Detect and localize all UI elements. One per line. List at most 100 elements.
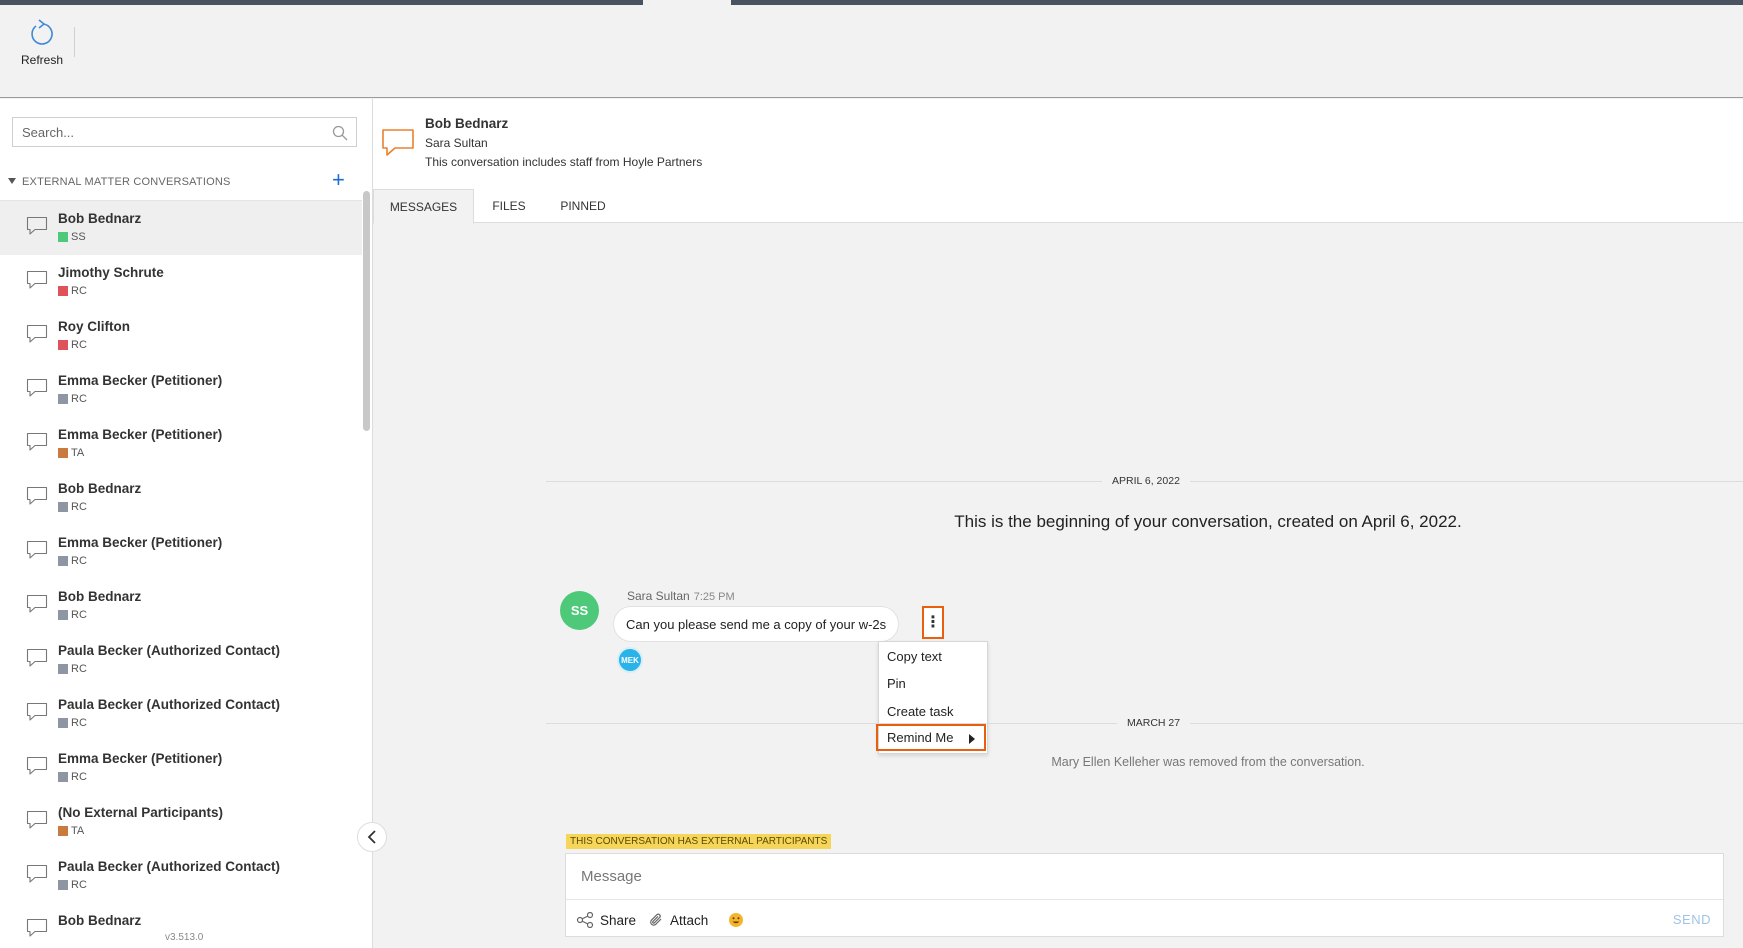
share-icon — [576, 912, 594, 928]
chat-bubble-icon — [26, 432, 48, 451]
conversation-name: Roy Clifton — [58, 319, 130, 334]
tag-color-swatch — [58, 664, 68, 674]
sidebar-conversation-item[interactable]: Bob Bednarz SS — [0, 201, 362, 255]
conversation-tag: RC — [58, 879, 87, 891]
conversation-tag: RC — [58, 609, 87, 621]
tag-initials: TA — [71, 825, 85, 837]
tag-color-swatch — [58, 556, 68, 566]
conversation-name: Emma Becker (Petitioner) — [58, 535, 223, 550]
tag-initials: SS — [71, 231, 86, 243]
conversation-tag: RC — [58, 771, 87, 783]
menu-item-copy-text[interactable]: Copy text — [879, 643, 987, 670]
message-options-button[interactable]: ⋮ — [922, 606, 944, 639]
emoji-button[interactable] — [728, 909, 750, 931]
search-box — [12, 117, 357, 147]
sidebar-conversation-item[interactable]: Jimothy Schrute RC — [0, 255, 362, 309]
tag-color-swatch — [58, 610, 68, 620]
sidebar-conversation-item[interactable]: Bob Bednarz RC — [0, 471, 362, 525]
conversation-tabs: MESSAGES FILES PINNED — [373, 189, 1743, 224]
tag-initials: RC — [71, 339, 87, 351]
sidebar-conversation-item[interactable]: Emma Becker (Petitioner) RC — [0, 741, 362, 795]
tag-color-swatch — [58, 232, 68, 242]
tag-initials: RC — [71, 555, 87, 567]
tag-initials: RC — [71, 879, 87, 891]
tab-messages[interactable]: MESSAGES — [373, 189, 474, 224]
share-label: Share — [600, 912, 637, 928]
menu-item-pin[interactable]: Pin — [879, 670, 987, 697]
message-time: 7:25 PM — [693, 591, 735, 603]
conversation-name: Bob Bednarz — [58, 913, 142, 928]
conversation-list: Bob Bednarz SS Jimothy Schrute RC Roy Clifto… — [0, 201, 362, 948]
conversation-name: Emma Becker (Petitioner) — [58, 373, 223, 388]
sidebar-conversation-item[interactable]: Roy Clifton RC — [0, 309, 362, 363]
sidebar-conversation-item[interactable]: Bob Bednarz RC — [0, 579, 362, 633]
conversation-tag: RC — [58, 393, 87, 405]
conversation-header: Bob Bednarz Sara Sultan This conversatio… — [373, 99, 1743, 189]
conversation-note: This conversation includes staff from Ho… — [425, 155, 703, 169]
tag-color-swatch — [58, 772, 68, 782]
sidebar: EXTERNAL MATTER CONVERSATIONS + Bob Bedn… — [0, 99, 373, 948]
sidebar-conversation-item[interactable]: (No External Participants) TA — [0, 795, 362, 849]
chevron-left-icon — [367, 830, 376, 844]
toolbar-separator — [74, 27, 75, 57]
tag-initials: RC — [71, 663, 87, 675]
conversation-name: Bob Bednarz — [58, 481, 142, 496]
version-label: v3.513.0 — [165, 932, 204, 943]
reaction-avatar[interactable]: MEK — [617, 647, 643, 673]
conversation-name: Emma Becker (Petitioner) — [58, 427, 223, 442]
refresh-button[interactable]: Refresh — [14, 17, 70, 75]
section-title: EXTERNAL MATTER CONVERSATIONS — [22, 176, 231, 188]
chat-bubble-icon — [26, 918, 48, 937]
conversation-name: Paula Becker (Authorized Contact) — [58, 697, 281, 712]
paperclip-icon — [650, 913, 662, 926]
avatar[interactable]: SS — [560, 591, 599, 630]
caret-down-icon[interactable] — [8, 178, 16, 184]
tag-initials: RC — [71, 717, 87, 729]
sidebar-conversation-item[interactable]: Emma Becker (Petitioner) RC — [0, 363, 362, 417]
message-bubble[interactable]: Can you please send me a copy of your w-… — [613, 606, 900, 642]
tag-color-swatch — [58, 448, 68, 458]
conversation-pane: Bob Bednarz Sara Sultan This conversatio… — [373, 99, 1743, 948]
search-icon[interactable] — [332, 125, 348, 141]
menu-item-remind-me[interactable]: Remind Me — [876, 724, 986, 751]
sidebar-conversation-item[interactable]: Emma Becker (Petitioner) RC — [0, 525, 362, 579]
conversation-tag: TA — [58, 825, 84, 837]
chat-bubble-icon — [382, 129, 414, 156]
send-button[interactable]: SEND — [1673, 912, 1711, 927]
tab-files[interactable]: FILES — [474, 189, 544, 223]
add-conversation-button[interactable]: + — [332, 169, 345, 191]
remind-me-label: Remind Me — [887, 730, 954, 745]
conversation-name: Bob Bednarz — [58, 211, 142, 226]
sidebar-conversation-item[interactable]: Paula Becker (Authorized Contact) RC — [0, 633, 362, 687]
conversation-tag: TA — [58, 447, 84, 459]
conversation-tag: RC — [58, 717, 87, 729]
sidebar-conversation-item[interactable]: Paula Becker (Authorized Contact) RC — [0, 687, 362, 741]
conversation-participant: Sara Sultan — [425, 136, 488, 150]
refresh-icon — [31, 19, 53, 45]
conversation-title: Bob Bednarz — [425, 116, 509, 131]
sidebar-conversation-item[interactable]: Paula Becker (Authorized Contact) RC — [0, 849, 362, 903]
date-label-april: APRIL 6, 2022 — [1102, 475, 1190, 487]
tag-color-swatch — [58, 286, 68, 296]
sidebar-scrollbar[interactable] — [363, 191, 370, 431]
tab-pinned[interactable]: PINNED — [544, 189, 622, 223]
tag-color-swatch — [58, 880, 68, 890]
sidebar-conversation-item[interactable]: Emma Becker (Petitioner) TA — [0, 417, 362, 471]
attach-button[interactable]: Attach — [648, 909, 708, 931]
chat-bubble-icon — [26, 270, 48, 289]
conversation-beginning-text: This is the beginning of your conversati… — [954, 512, 1462, 531]
conversation-tag: RC — [58, 339, 87, 351]
external-participants-banner: THIS CONVERSATION HAS EXTERNAL PARTICIPA… — [566, 834, 832, 849]
tag-initials: RC — [71, 771, 87, 783]
tag-color-swatch — [58, 502, 68, 512]
share-button[interactable]: Share — [576, 909, 636, 931]
chat-bubble-icon — [26, 594, 48, 613]
collapse-sidebar-button[interactable] — [357, 822, 387, 852]
chat-bubble-icon — [26, 540, 48, 559]
chat-bubble-icon — [26, 378, 48, 397]
search-input[interactable] — [13, 118, 313, 146]
message-input[interactable] — [566, 854, 1723, 900]
attach-label: Attach — [670, 912, 709, 928]
menu-item-create-task[interactable]: Create task — [879, 698, 987, 725]
chat-bubble-icon — [26, 324, 48, 343]
